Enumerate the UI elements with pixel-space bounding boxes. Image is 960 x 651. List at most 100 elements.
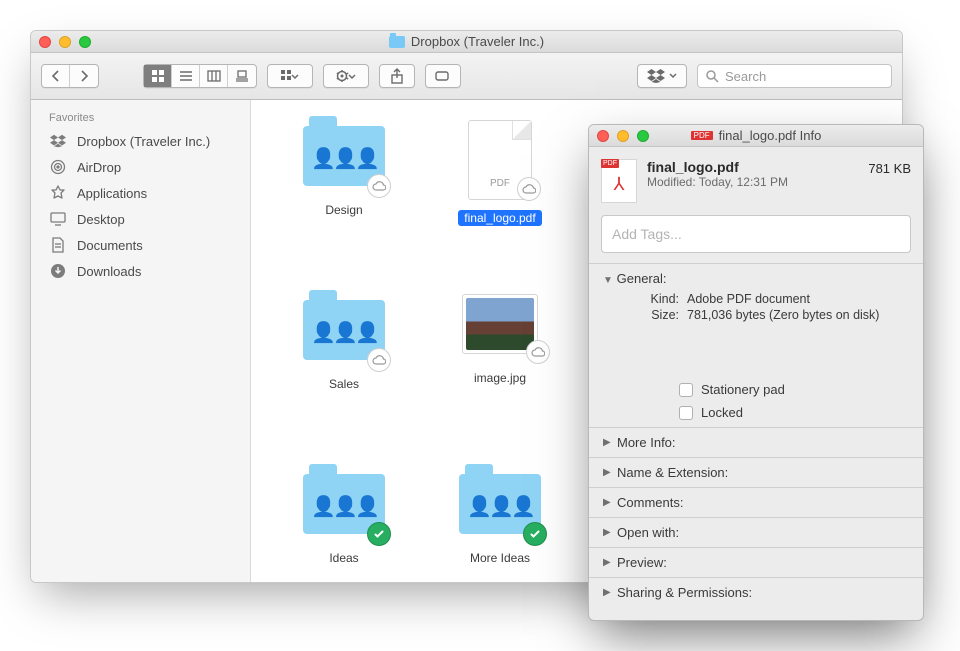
minimize-icon[interactable] (617, 130, 629, 142)
sidebar-item-label: Documents (77, 238, 143, 253)
cloud-badge-icon (367, 174, 391, 198)
pdf-icon: PDF (468, 120, 532, 200)
disclosure-right-icon: ▶ (603, 527, 613, 538)
list-view-button[interactable] (172, 65, 200, 87)
checkbox-icon[interactable] (679, 406, 693, 420)
close-icon[interactable] (597, 130, 609, 142)
disclosure-right-icon: ▶ (603, 587, 613, 598)
cloud-badge-icon (517, 177, 541, 201)
search-placeholder: Search (725, 69, 766, 84)
action-button[interactable] (323, 64, 369, 88)
file-item-image[interactable]: image.jpg (425, 294, 575, 464)
synced-badge-icon (367, 522, 391, 546)
column-view-button[interactable] (200, 65, 228, 87)
info-header: ⅄ final_logo.pdf Modified: Today, 12:31 … (589, 147, 923, 215)
stationery-label: Stationery pad (701, 382, 785, 397)
file-item-design[interactable]: 👤👤👤 Design (269, 120, 419, 290)
file-name: final_logo.pdf (458, 210, 541, 226)
file-name: Sales (323, 376, 365, 392)
section-label: Name & Extension: (617, 465, 728, 480)
dropbox-icon (49, 132, 67, 150)
forward-button[interactable] (70, 65, 98, 87)
dropbox-button[interactable] (637, 64, 687, 88)
info-file-name: final_logo.pdf (647, 159, 858, 175)
sidebar-item-label: Applications (77, 186, 147, 201)
minimize-icon[interactable] (59, 36, 71, 48)
disclosure-down-icon: ▼ (603, 275, 613, 286)
folder-icon (389, 36, 405, 48)
info-window-title: final_logo.pdf Info (719, 128, 822, 143)
zoom-icon[interactable] (637, 130, 649, 142)
sidebar-item-airdrop[interactable]: AirDrop (31, 154, 250, 180)
sidebar: Favorites Dropbox (Traveler Inc.) AirDro… (31, 100, 251, 582)
window-title: Dropbox (Traveler Inc.) (411, 34, 544, 49)
disclosure-right-icon: ▶ (603, 557, 613, 568)
tags-input[interactable]: Add Tags... (601, 215, 911, 253)
applications-icon (49, 184, 67, 202)
sidebar-item-label: Desktop (77, 212, 125, 227)
synced-badge-icon (523, 522, 547, 546)
finder-toolbar: Search (31, 53, 902, 100)
file-name: image.jpg (468, 370, 532, 386)
locked-label: Locked (701, 405, 743, 420)
info-size-short: 781 KB (868, 159, 911, 203)
back-button[interactable] (42, 65, 70, 87)
size-label: Size: (633, 308, 679, 322)
section-label: General: (617, 271, 667, 286)
disclosure-right-icon: ▶ (603, 437, 613, 448)
section-more-info[interactable]: ▶ More Info: (589, 427, 923, 457)
file-item-ideas[interactable]: 👤👤👤 Ideas (269, 468, 419, 582)
file-item-final-logo[interactable]: PDF final_logo.pdf (425, 120, 575, 290)
image-icon (462, 294, 538, 354)
disclosure-right-icon: ▶ (603, 497, 613, 508)
size-value: 781,036 bytes (Zero bytes on disk) (687, 308, 879, 322)
sidebar-item-desktop[interactable]: Desktop (31, 206, 250, 232)
view-mode-segment (143, 64, 257, 88)
section-label: Open with: (617, 525, 679, 540)
file-name: More Ideas (464, 550, 536, 566)
info-window: PDF final_logo.pdf Info ⅄ final_logo.pdf… (588, 124, 924, 621)
file-item-sales[interactable]: 👤👤👤 Sales (269, 294, 419, 464)
section-label: Preview: (617, 555, 667, 570)
kind-label: Kind: (633, 292, 679, 306)
sidebar-item-label: Dropbox (Traveler Inc.) (77, 134, 210, 149)
file-name: Ideas (323, 550, 364, 566)
cloud-badge-icon (526, 340, 550, 364)
coverflow-view-button[interactable] (228, 65, 256, 87)
sidebar-item-documents[interactable]: Documents (31, 232, 250, 258)
finder-titlebar[interactable]: Dropbox (Traveler Inc.) (31, 31, 902, 53)
search-input[interactable]: Search (697, 64, 892, 88)
info-modified: Modified: Today, 12:31 PM (647, 175, 858, 189)
zoom-icon[interactable] (79, 36, 91, 48)
sidebar-item-applications[interactable]: Applications (31, 180, 250, 206)
section-label: Sharing & Permissions: (617, 585, 752, 600)
tags-button[interactable] (425, 64, 461, 88)
icon-view-button[interactable] (144, 65, 172, 87)
nav-segment (41, 64, 99, 88)
section-general[interactable]: ▼ General: Kind: Adobe PDF document Size… (589, 263, 923, 427)
file-name: Design (319, 202, 368, 218)
sidebar-header: Favorites (31, 110, 250, 128)
close-icon[interactable] (39, 36, 51, 48)
sidebar-item-label: AirDrop (77, 160, 121, 175)
pdf-badge-icon: PDF (691, 131, 713, 140)
locked-checkbox-row[interactable]: Locked (603, 405, 743, 420)
checkbox-icon[interactable] (679, 383, 693, 397)
kind-value: Adobe PDF document (687, 292, 879, 306)
arrange-button[interactable] (267, 64, 313, 88)
share-button[interactable] (379, 64, 415, 88)
section-label: More Info: (617, 435, 676, 450)
section-label: Comments: (617, 495, 683, 510)
file-item-more-ideas[interactable]: 👤👤👤 More Ideas (425, 468, 575, 582)
section-open-with[interactable]: ▶ Open with: (589, 517, 923, 547)
downloads-icon (49, 262, 67, 280)
tags-placeholder: Add Tags... (612, 226, 682, 242)
stationery-checkbox-row[interactable]: Stationery pad (603, 382, 785, 397)
section-preview[interactable]: ▶ Preview: (589, 547, 923, 577)
section-name-extension[interactable]: ▶ Name & Extension: (589, 457, 923, 487)
sidebar-item-dropbox[interactable]: Dropbox (Traveler Inc.) (31, 128, 250, 154)
sidebar-item-downloads[interactable]: Downloads (31, 258, 250, 284)
section-comments[interactable]: ▶ Comments: (589, 487, 923, 517)
info-titlebar[interactable]: PDF final_logo.pdf Info (589, 125, 923, 147)
section-sharing-permissions[interactable]: ▶ Sharing & Permissions: (589, 577, 923, 607)
